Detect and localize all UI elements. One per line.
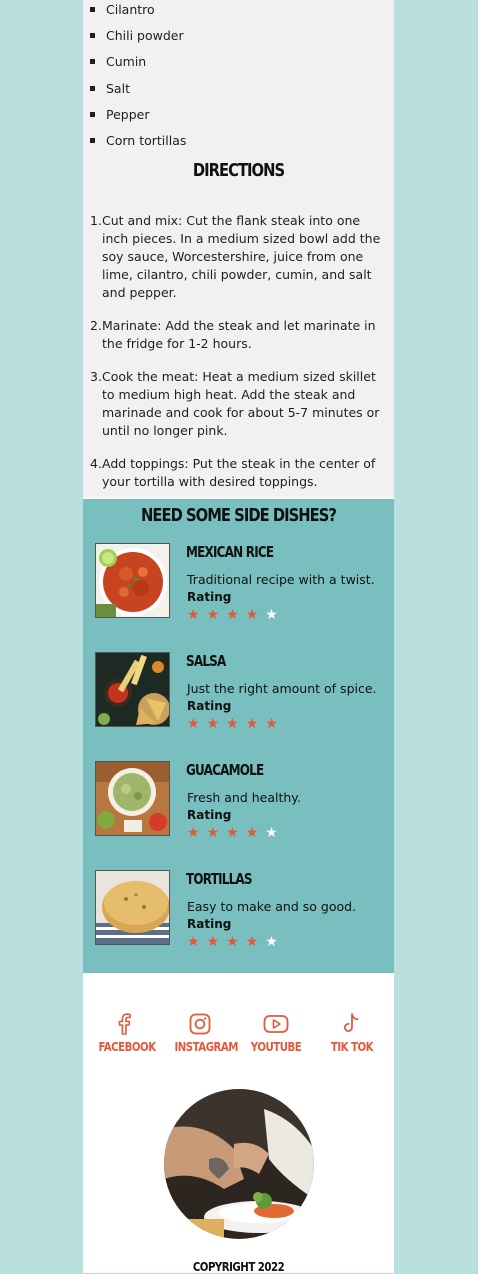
rating-label: Rating bbox=[187, 699, 232, 714]
youtube-link[interactable]: YOUTUBE bbox=[246, 1012, 306, 1054]
copyright-text: COPYRIGHT 2022 bbox=[192, 1260, 285, 1274]
side-dish-card[interactable]: GUACAMOLE Fresh and healthy. Rating ★ ★ … bbox=[83, 753, 394, 862]
directions-title: DIRECTIONS bbox=[192, 160, 285, 182]
star-icon: ★ bbox=[226, 607, 239, 624]
rating-stars: ★ ★ ★ ★ ★ bbox=[187, 608, 278, 622]
step-text: Cook the meat: Heat a medium sized skill… bbox=[102, 369, 380, 439]
salsa-image bbox=[95, 652, 170, 728]
social-links: FACEBOOK INSTAGRAM YOUTUBE TIK TOK bbox=[83, 988, 394, 1074]
dish-description: Just the right amount of spice. bbox=[187, 681, 377, 697]
ingredients-list: Cilantro Chili powder Cumin Salt Pepper … bbox=[83, 0, 394, 157]
star-icon: ★ bbox=[206, 825, 220, 842]
star-icon: ★ bbox=[245, 825, 259, 842]
direction-step: 4. Add toppings: Put the steak in the cen… bbox=[90, 455, 384, 491]
tiktok-icon bbox=[343, 1013, 359, 1033]
step-number: 1. bbox=[90, 213, 102, 229]
rating-stars: ★ ★ ★ ★ ★ bbox=[187, 717, 278, 731]
dish-name: SALSA bbox=[186, 652, 226, 671]
star-icon: ★ bbox=[187, 825, 200, 842]
star-icon: ★ bbox=[187, 607, 200, 624]
tortillas-image bbox=[95, 870, 170, 946]
step-text: Cut and mix: Cut the flank steak into on… bbox=[102, 213, 381, 301]
page-content: Cilantro Chili powder Cumin Salt Pepper … bbox=[83, 0, 394, 1274]
instagram-label: INSTAGRAM bbox=[174, 1040, 239, 1055]
dish-name: MEXICAN RICE bbox=[186, 543, 274, 562]
step-text: Marinate: Add the steak and let marinate… bbox=[102, 318, 376, 352]
star-icon: ★ bbox=[206, 607, 220, 624]
mexican-rice-image bbox=[95, 543, 170, 619]
instagram-icon bbox=[189, 1013, 211, 1035]
step-text: Add toppings: Put the steak in the cente… bbox=[102, 456, 376, 490]
direction-step: 2. Marinate: Add the steak and let marina… bbox=[90, 317, 384, 353]
list-item: Pepper bbox=[90, 105, 394, 131]
guacamole-image bbox=[95, 761, 170, 837]
tiktok-label: TIK TOK bbox=[330, 1040, 374, 1055]
list-item: Cilantro bbox=[90, 0, 394, 26]
star-icon: ★ bbox=[265, 825, 278, 842]
star-icon: ★ bbox=[206, 934, 220, 951]
rating-label: Rating bbox=[187, 808, 232, 823]
instagram-link[interactable]: INSTAGRAM bbox=[170, 1012, 239, 1055]
star-icon: ★ bbox=[226, 934, 239, 951]
list-item: Chili powder bbox=[90, 26, 394, 52]
star-icon: ★ bbox=[265, 934, 278, 951]
direction-step: 1. Cut and mix: Cut the flank steak into … bbox=[90, 212, 384, 302]
side-dish-card[interactable]: MEXICAN RICE Traditional recipe with a t… bbox=[83, 535, 394, 644]
chef-photo bbox=[164, 1089, 314, 1239]
youtube-label: YOUTUBE bbox=[250, 1040, 302, 1055]
rating-stars: ★ ★ ★ ★ ★ bbox=[187, 826, 278, 840]
facebook-icon bbox=[118, 1013, 131, 1035]
dish-description: Easy to make and so good. bbox=[187, 899, 357, 915]
star-icon: ★ bbox=[245, 607, 259, 624]
star-icon: ★ bbox=[187, 934, 200, 951]
facebook-link[interactable]: FACEBOOK bbox=[94, 1012, 157, 1055]
rating-stars: ★ ★ ★ ★ ★ bbox=[187, 935, 278, 949]
side-dishes-title: NEED SOME SIDE DISHES? bbox=[141, 505, 337, 527]
step-number: 2. bbox=[90, 318, 102, 334]
side-dishes-section: NEED SOME SIDE DISHES? MEXICAN RICE Trad… bbox=[83, 499, 394, 974]
rating-label: Rating bbox=[187, 917, 232, 932]
directions-list: 1. Cut and mix: Cut the flank steak into … bbox=[83, 212, 394, 491]
youtube-icon bbox=[263, 1015, 289, 1034]
star-icon: ★ bbox=[265, 607, 278, 624]
list-item: Corn tortillas bbox=[90, 131, 394, 157]
rating-label: Rating bbox=[187, 590, 232, 605]
star-icon: ★ bbox=[226, 825, 239, 842]
star-icon: ★ bbox=[226, 716, 239, 733]
star-icon: ★ bbox=[245, 934, 259, 951]
list-item: Salt bbox=[90, 79, 394, 105]
step-number: 4. bbox=[90, 456, 102, 472]
dish-name: TORTILLAS bbox=[186, 870, 253, 889]
dish-name: GUACAMOLE bbox=[186, 761, 264, 780]
dish-description: Traditional recipe with a twist. bbox=[187, 572, 375, 588]
side-dish-card[interactable]: TORTILLAS Easy to make and so good. Rati… bbox=[83, 862, 394, 971]
star-icon: ★ bbox=[245, 716, 259, 733]
side-dish-card[interactable]: SALSA Just the right amount of spice. Ra… bbox=[83, 644, 394, 753]
facebook-label: FACEBOOK bbox=[98, 1040, 157, 1055]
tiktok-link[interactable]: TIK TOK bbox=[322, 1012, 382, 1054]
recipe-section: Cilantro Chili powder Cumin Salt Pepper … bbox=[83, 0, 394, 498]
list-item: Cumin bbox=[90, 52, 394, 78]
dish-description: Fresh and healthy. bbox=[187, 790, 301, 806]
step-number: 3. bbox=[90, 369, 102, 385]
star-icon: ★ bbox=[187, 716, 200, 733]
star-icon: ★ bbox=[206, 716, 220, 733]
direction-step: 3. Cook the meat: Heat a medium sized ski… bbox=[90, 368, 384, 440]
star-icon: ★ bbox=[265, 716, 278, 733]
